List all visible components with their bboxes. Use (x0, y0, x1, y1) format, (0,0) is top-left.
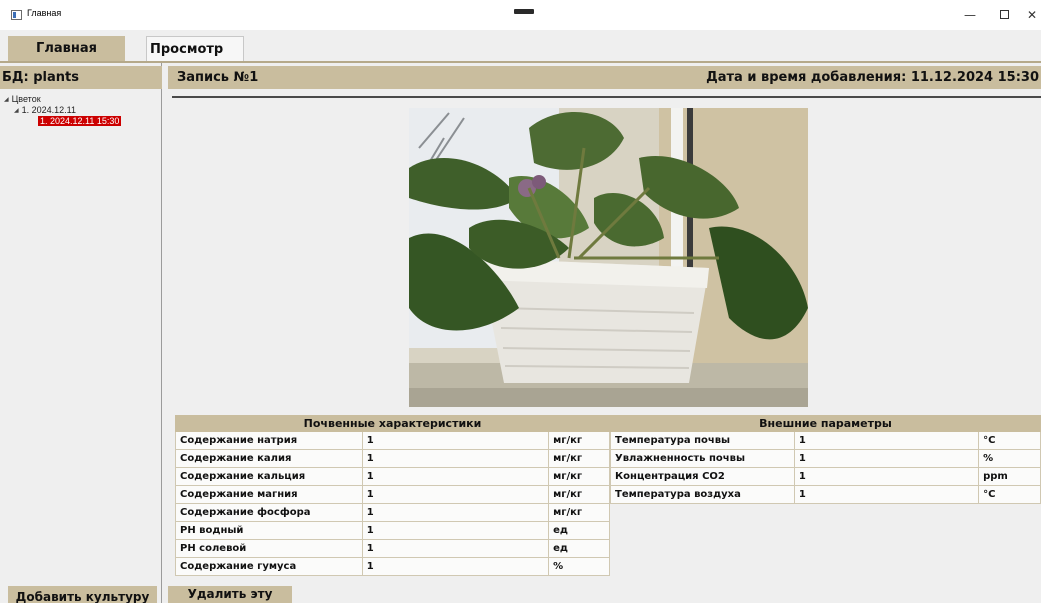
table-row: Температура воздуха 1 °C (610, 485, 1041, 504)
param-name: PH водный (175, 521, 363, 540)
table-row: Содержание кальция 1 мг/кг (175, 467, 610, 486)
external-header: Внешние параметры (610, 415, 1041, 432)
param-name: Содержание кальция (175, 467, 363, 486)
app-icon (11, 10, 22, 20)
close-icon: ✕ (1027, 8, 1038, 22)
tab-view[interactable]: Просмотр (146, 36, 244, 61)
param-name: Температура почвы (610, 431, 795, 450)
app-area: Главная Просмотр БД: plants ◢ Цветок ◢ 1. … (0, 30, 1041, 603)
plant-photo (409, 108, 808, 407)
table-row: Содержание магния 1 мг/кг (175, 485, 610, 504)
db-label: БД: plants (0, 66, 162, 89)
title-bar: Главная — ✕ (0, 0, 1041, 30)
param-unit: мг/кг (548, 431, 610, 450)
window-title: Главная (27, 8, 62, 18)
tree-item-record[interactable]: 1. 2024.12.11 15:30 (38, 115, 122, 127)
record-title: Запись №1 (177, 70, 259, 85)
param-unit: % (548, 557, 610, 576)
param-value: 1 (793, 467, 980, 486)
tree-item-label: Цветок (11, 94, 41, 104)
table-row: PH водный 1 ед (175, 521, 610, 540)
param-unit: мг/кг (548, 485, 610, 504)
table-row: Увлажненность почвы 1% (610, 449, 1041, 468)
expand-arrow-icon[interactable]: ◢ (14, 105, 19, 117)
maximize-button[interactable] (987, 0, 1021, 30)
param-name: Содержание гумуса (175, 557, 363, 576)
param-name: Концентрация CO2 (610, 467, 795, 486)
tab-main[interactable]: Главная (8, 36, 125, 61)
table-row: PH солевой 1 ед (175, 539, 610, 558)
maximize-icon (999, 10, 1009, 19)
param-name: Содержание магния (175, 485, 363, 504)
param-unit: ед (548, 539, 610, 558)
soil-table: Почвенные характеристики Содержание натр… (175, 415, 610, 576)
header-divider (172, 96, 1041, 98)
param-value: 1 (793, 449, 980, 468)
tree-item-label: 1. 2024.12.11 (21, 105, 77, 115)
param-name: Содержание калия (175, 449, 363, 468)
drag-handle-icon[interactable] (514, 9, 534, 14)
table-row: Температура почвы 1 °C (610, 431, 1041, 450)
table-row: Содержание фосфора 1 мг/кг (175, 503, 610, 522)
param-unit: мг/кг (548, 503, 610, 522)
param-value: 1 (793, 485, 980, 504)
param-value: 1 (361, 431, 550, 450)
param-unit: мг/кг (548, 467, 610, 486)
external-table: Внешние параметры Температура почвы 1 °C У… (610, 415, 1041, 504)
param-unit: % (978, 449, 1041, 468)
param-unit: °C (978, 431, 1041, 450)
param-unit: ед (548, 521, 610, 540)
record-date: Дата и время добавления: 11.12.2024 15:3… (706, 70, 1039, 85)
table-row: Содержание натрия 1 мг/кг (175, 431, 610, 450)
param-value: 1 (361, 521, 550, 540)
close-button[interactable]: ✕ (1021, 0, 1041, 30)
param-value: 1 (361, 485, 550, 504)
param-value: 1 (361, 467, 550, 486)
minimize-button[interactable]: — (953, 0, 987, 30)
param-unit: мг/кг (548, 449, 610, 468)
param-name: Содержание фосфора (175, 503, 363, 522)
param-value: 1 (361, 539, 550, 558)
param-name: Содержание натрия (175, 431, 363, 450)
tree-item-label-selected[interactable]: 1. 2024.12.11 15:30 (38, 116, 122, 126)
param-unit: ppm (978, 467, 1041, 486)
potted-plant-photo-icon (409, 108, 808, 407)
param-value: 1 (793, 431, 980, 450)
record-header: Запись №1 Дата и время добавления: 11.12… (168, 66, 1041, 89)
table-row: Концентрация CO2 1 ppm (610, 467, 1041, 486)
sidebar: БД: plants ◢ Цветок ◢ 1. 2024.12.11 1. 202… (0, 63, 162, 603)
soil-header: Почвенные характеристики (175, 415, 610, 432)
param-value: 1 (361, 557, 550, 576)
minimize-icon: — (964, 8, 976, 22)
table-row: Содержание гумуса 1% (175, 557, 610, 576)
add-culture-button[interactable]: Добавить культуру (8, 586, 157, 603)
param-name: PH солевой (175, 539, 363, 558)
table-row: Содержание калия 1 мг/кг (175, 449, 610, 468)
param-name: Увлажненность почвы (610, 449, 795, 468)
expand-arrow-icon[interactable]: ◢ (4, 94, 9, 106)
delete-record-button[interactable]: Удалить эту запись (168, 586, 292, 603)
param-value: 1 (361, 503, 550, 522)
param-value: 1 (361, 449, 550, 468)
param-name: Температура воздуха (610, 485, 795, 504)
param-unit: °C (978, 485, 1041, 504)
